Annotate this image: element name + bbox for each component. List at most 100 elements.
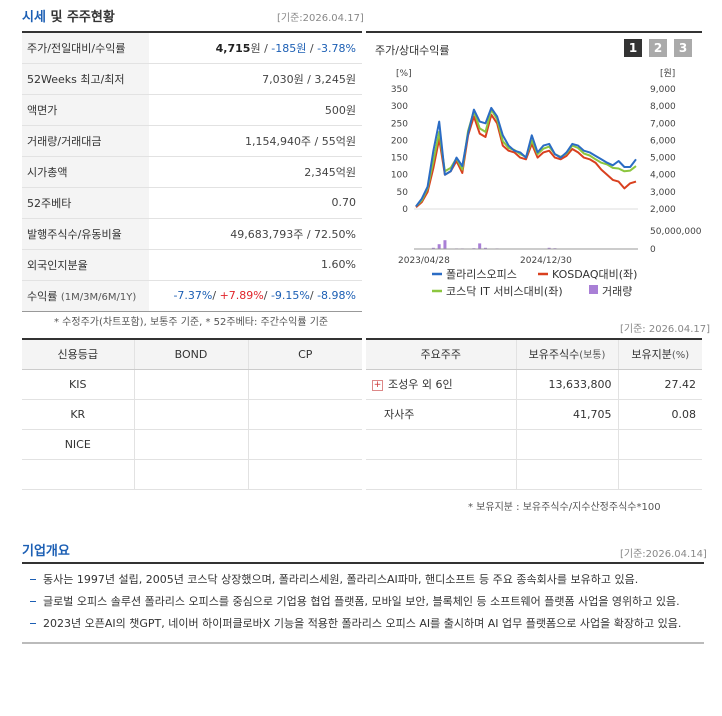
chart-panel: 주가/상대수익률 1 2 3 [%] [원] 0 50 100 150 200 250 30… [366, 31, 702, 311]
section-title: 시세 및 주주현황 [22, 6, 115, 25]
overview-title: 기업개요 [22, 540, 70, 559]
row-value: 2,345억원 [149, 156, 362, 188]
shareholders-table: 주요주주 보유주식수(보통) 보유지분(%) + 조성우 외 6인 13,633,… [366, 338, 702, 490]
returns-label: 수익률 [27, 289, 58, 303]
return-6m: -9.15% [270, 289, 310, 302]
table-row: 52Weeks 최고/최저 7,030원 / 3,245원 [22, 63, 362, 95]
table-row: 주가/전일대비/수익률 4,715원 / -185원 / -3.78% [22, 32, 362, 64]
holder-name [366, 429, 516, 460]
row-label: 외국인지분율 [22, 249, 149, 281]
holder-shares [515, 459, 618, 490]
row-value: 1.60% [149, 249, 362, 281]
col-header-main: 보유지분 [631, 348, 672, 362]
price-rate: -3.78% [317, 41, 356, 55]
col-header: CP [247, 339, 362, 370]
section-title-rest: 및 주주현황 [50, 10, 115, 25]
row-label: 액면가 [22, 94, 149, 126]
col-header: 신용등급 [22, 339, 134, 370]
price-table: 주가/전일대비/수익률 4,715원 / -185원 / -3.78% 52We… [22, 31, 362, 312]
current-price: 4,715 [215, 41, 251, 55]
table-row: NICE [22, 429, 362, 460]
table-row [22, 459, 362, 490]
table-row: 발행주식수/유동비율 49,683,793주 / 72.50% [22, 218, 362, 250]
sep: / [263, 289, 271, 302]
cp [247, 429, 362, 460]
agency [22, 459, 134, 490]
y-left-tick-label: 50 [397, 188, 409, 198]
stock-chart: [%] [원] 0 50 100 150 200 250 300 350 2,000 3,000 4… [391, 68, 702, 298]
table-row [366, 429, 702, 460]
expand-icon[interactable]: + [372, 379, 383, 391]
returns-periods: (1M/3M/6M/1Y) [60, 291, 137, 303]
holder-pct: 0.08 [617, 399, 702, 430]
y-left-tick-label: 100 [391, 171, 408, 181]
agency: KIS [22, 369, 134, 400]
holder-pct [617, 429, 702, 460]
table-row: 자사주 41,705 0.08 [366, 399, 702, 430]
holder-pct: 27.42 [617, 369, 702, 400]
sep: / [309, 289, 318, 302]
table-row [366, 459, 702, 490]
list-item: 글로벌 오피스 솔루션 폴라리스 오피스를 중심으로 기업용 협업 플랫폼, 모… [30, 592, 694, 611]
y-right-tick-label: 2,000 [650, 205, 676, 215]
holder-shares: 41,705 [515, 399, 618, 430]
overview-list: 동사는 1997년 설립, 2005년 코스닥 상장했으며, 폴라리스세원, 폴… [22, 562, 704, 644]
price-unit: 원 [250, 41, 261, 55]
col-header: 보유지분(%) [617, 339, 702, 370]
bond [133, 459, 248, 490]
returns-values: -7.37%/ +7.89%/ -9.15%/ -8.98% [149, 280, 362, 312]
cp [247, 399, 362, 430]
holder-name: 조성우 외 6인 [388, 378, 453, 391]
overview-title-text: 기업개요 [22, 544, 70, 559]
row-label: 발행주식수/유동비율 [22, 218, 149, 250]
row-value: 500원 [149, 94, 362, 126]
row-label: 52주베타 [22, 187, 149, 219]
row-value: 0.70 [149, 187, 362, 219]
table-row: 수익률 (1M/3M/6M/1Y) -7.37%/ +7.89%/ -9.15%… [22, 280, 362, 312]
volume-bar [478, 243, 482, 249]
holder-name: 자사주 [384, 408, 415, 421]
row-label: 주가/전일대비/수익률 [22, 32, 149, 64]
table-row: 외국인지분율 1.60% [22, 249, 362, 281]
y-right-tick-label: 7,000 [650, 119, 676, 129]
y-right-tick-label: 9,000 [650, 85, 676, 95]
sep: / [306, 41, 318, 55]
table-header: 신용등급 BOND CP [22, 339, 362, 370]
holder-shares: 13,633,800 [515, 369, 618, 400]
cp [247, 459, 362, 490]
y-right-tick-label: 5,000 [650, 154, 676, 164]
row-label: 시가총액 [22, 156, 149, 188]
price-value: 4,715원 / -185원 / -3.78% [149, 32, 362, 64]
col-header: 주요주주 [366, 339, 516, 370]
y-right-tick-label: 3,000 [650, 188, 676, 198]
col-header: BOND [133, 339, 248, 370]
legend-label: 코스닥 IT 서비스대비(좌) [446, 285, 563, 298]
price-note: * 수정주가(차트포함), 보통주 기준, * 52주베타: 주간수익률 기준 [54, 317, 329, 328]
x-tick-label: 2023/04/28 [398, 256, 450, 266]
left-unit: [%] [396, 69, 412, 79]
agency: NICE [22, 429, 134, 460]
return-3m: +7.89% [219, 289, 264, 302]
section-title-blue: 시세 [22, 10, 46, 25]
cp [247, 369, 362, 400]
table-row: 거래량/거래대금 1,154,940주 / 55억원 [22, 125, 362, 157]
table-row: KIS [22, 369, 362, 400]
y-left-tick-label: 300 [391, 102, 408, 112]
row-label: 수익률 (1M/3M/6M/1Y) [22, 280, 149, 312]
holder-name-cell: + 조성우 외 6인 [366, 369, 516, 400]
table-header: 주요주주 보유주식수(보통) 보유지분(%) [366, 339, 702, 370]
legend-label: 폴라리스오피스 [446, 268, 517, 281]
holder-pct [617, 459, 702, 490]
bond [133, 399, 248, 430]
row-value: 49,683,793주 / 72.50% [149, 218, 362, 250]
return-1m: -7.37% [173, 289, 213, 302]
table-row: 시가총액 2,345억원 [22, 156, 362, 188]
bond [133, 429, 248, 460]
col-header-sub: (%) [671, 350, 690, 362]
chart-base-date: [기준: 2026.04.17] [620, 324, 711, 335]
series-line [415, 106, 637, 208]
y-left-tick-label: 0 [402, 205, 408, 215]
volume-zero-label: 0 [650, 245, 656, 255]
table-row: 52주베타 0.70 [22, 187, 362, 219]
list-item: 동사는 1997년 설립, 2005년 코스닥 상장했으며, 폴라리스세원, 폴… [30, 570, 694, 589]
